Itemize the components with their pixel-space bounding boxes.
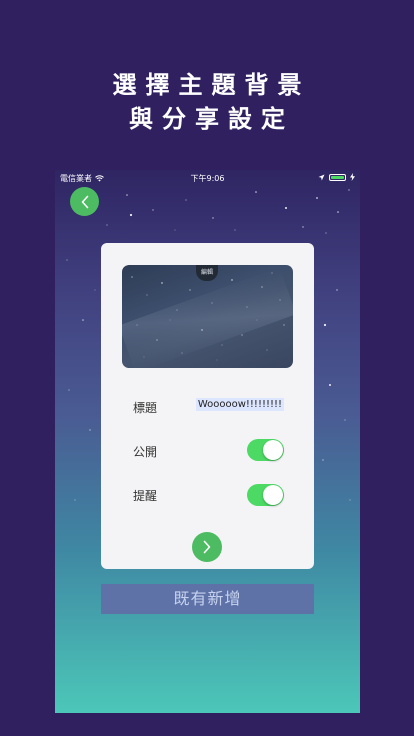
headline: 選擇主題背景 與分享設定 xyxy=(0,68,414,136)
reminder-label: 提醒 xyxy=(133,489,158,503)
battery-icon xyxy=(329,173,346,181)
status-bar: 電信業者 下午9:06 xyxy=(55,170,360,186)
title-label: 標題 xyxy=(133,401,158,415)
next-button[interactable] xyxy=(192,532,222,562)
public-toggle[interactable] xyxy=(247,439,284,461)
battery-level xyxy=(331,175,344,179)
title-input[interactable]: Wooooow!!!!!!!!! xyxy=(195,398,284,411)
status-time: 下午9:06 xyxy=(190,174,225,183)
existing-add-button[interactable]: 既有新增 xyxy=(101,584,314,614)
back-button[interactable] xyxy=(70,187,99,216)
charging-bolt-icon xyxy=(350,173,355,181)
reminder-toggle-knob xyxy=(263,485,283,505)
public-toggle-knob xyxy=(263,440,283,460)
chevron-left-icon xyxy=(81,195,88,208)
phone-screen: 電信業者 下午9:06 編輯 標題 Wooooow!!!!!!!!! 公開 提醒… xyxy=(55,170,360,713)
headline-line-1: 選擇主題背景 xyxy=(112,71,311,99)
settings-card: 編輯 標題 Wooooow!!!!!!!!! 公開 提醒 xyxy=(101,243,314,569)
reminder-toggle[interactable] xyxy=(247,484,284,506)
headline-line-2: 與分享設定 xyxy=(129,105,294,133)
public-label: 公開 xyxy=(133,445,158,459)
chevron-right-icon xyxy=(203,540,211,554)
status-indicators xyxy=(318,173,355,181)
location-arrow-icon xyxy=(318,174,325,180)
background-photo[interactable]: 編輯 xyxy=(122,265,293,368)
